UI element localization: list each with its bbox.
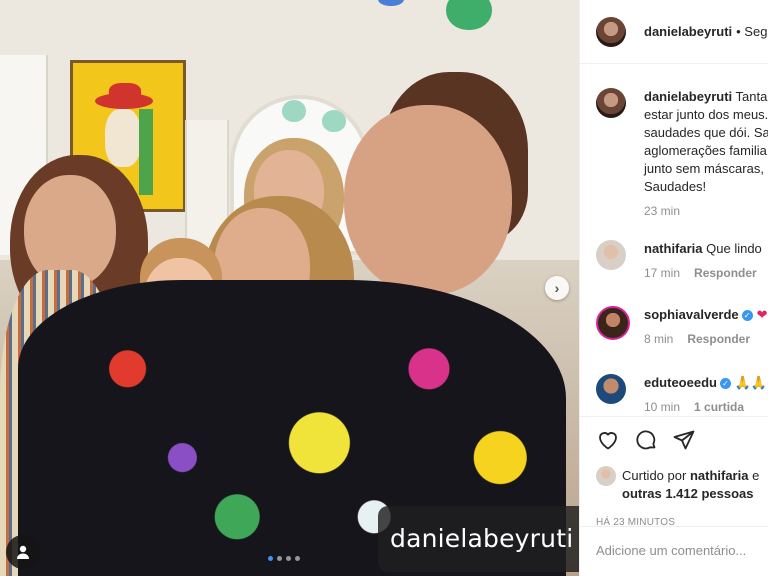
caption-line: aglomerações familia bbox=[644, 143, 767, 158]
liked-by-user[interactable]: nathifaria bbox=[690, 468, 749, 483]
caption: danielabeyruti Tanta felicidade estar ju… bbox=[596, 88, 768, 218]
comment-item: sophiavalverde ✓ ❤ 8 min Responder bbox=[596, 306, 768, 346]
likes-count[interactable]: 1 curtida bbox=[694, 400, 744, 414]
carousel-dot bbox=[286, 556, 291, 561]
user-icon bbox=[17, 545, 29, 559]
add-comment-input[interactable]: Adicione um comentário... bbox=[580, 526, 768, 576]
post-header: danielabeyruti • Seguir bbox=[580, 0, 768, 64]
carousel-next-button[interactable]: › bbox=[545, 276, 569, 300]
likes-summary: Curtido por nathifaria e outras 1.412 pe… bbox=[596, 466, 768, 503]
verified-badge-icon: ✓ bbox=[741, 310, 753, 322]
carousel-dot bbox=[277, 556, 282, 561]
commenter-avatar[interactable] bbox=[596, 374, 626, 404]
liker-avatar bbox=[596, 466, 616, 486]
carousel-dot bbox=[295, 556, 300, 561]
caption-line: junto sem máscaras, bbox=[644, 161, 764, 176]
reply-button[interactable]: Responder bbox=[694, 266, 757, 280]
user-tag-button[interactable] bbox=[6, 535, 40, 569]
share-icon[interactable] bbox=[672, 428, 696, 452]
liked-by-suffix: e bbox=[752, 468, 760, 483]
liked-by-prefix: Curtido por bbox=[622, 468, 687, 483]
comment-time: 8 min bbox=[644, 332, 674, 346]
commenter-avatar[interactable] bbox=[596, 240, 626, 270]
verified-badge-icon: ✓ bbox=[719, 378, 731, 390]
comment-icon[interactable] bbox=[634, 428, 658, 452]
caption-line: estar junto dos meus. bbox=[644, 107, 768, 122]
caption-line: saudades que dói. Sa bbox=[644, 125, 768, 140]
comment-time: 10 min bbox=[644, 400, 681, 414]
username-watermark: danielabeyruti bbox=[378, 506, 579, 572]
balloon bbox=[322, 110, 346, 132]
heart-icon[interactable] bbox=[596, 428, 620, 452]
comment-time: 17 min bbox=[644, 266, 681, 280]
post-actions: Curtido por nathifaria e outras 1.412 pe… bbox=[580, 416, 768, 528]
liked-by-others[interactable]: outras 1.412 pessoas bbox=[622, 485, 759, 503]
author-avatar[interactable] bbox=[596, 16, 626, 47]
caption-line: Tanta felicidade bbox=[735, 89, 768, 104]
caption-username[interactable]: danielabeyruti bbox=[644, 89, 732, 104]
author-username[interactable]: danielabeyruti bbox=[644, 24, 732, 39]
caption-time: 23 min bbox=[644, 204, 681, 218]
carousel-dots bbox=[268, 556, 300, 561]
heart-emoji: ❤ bbox=[756, 307, 768, 322]
comment-emoji: 🙏🙏 bbox=[734, 375, 767, 390]
balloon bbox=[282, 100, 306, 122]
commenter-username[interactable]: nathifaria bbox=[644, 241, 703, 256]
carousel-dot bbox=[268, 556, 273, 561]
commenter-username[interactable]: eduteoeedu bbox=[644, 375, 717, 390]
comment-item: nathifaria Que lindo 17 min Responder bbox=[596, 240, 768, 280]
comment-text: Que lindo bbox=[706, 241, 762, 256]
post-sidebar: danielabeyruti • Seguir danielabeyruti T… bbox=[579, 0, 768, 576]
commenter-username[interactable]: sophiavalverde bbox=[644, 307, 739, 322]
commenter-avatar[interactable] bbox=[596, 306, 630, 340]
caption-line: Saudades! bbox=[644, 179, 707, 194]
author-avatar[interactable] bbox=[596, 88, 626, 118]
man-face bbox=[344, 105, 512, 295]
follow-button[interactable]: • Seguir bbox=[736, 24, 768, 39]
comment-item: eduteoeedu ✓ 🙏🙏 10 min 1 curtida bbox=[596, 374, 768, 414]
comments-list[interactable]: danielabeyruti Tanta felicidade estar ju… bbox=[580, 64, 768, 416]
post-photo[interactable]: › danielabeyruti bbox=[0, 0, 579, 576]
reply-button[interactable]: Responder bbox=[687, 332, 750, 346]
